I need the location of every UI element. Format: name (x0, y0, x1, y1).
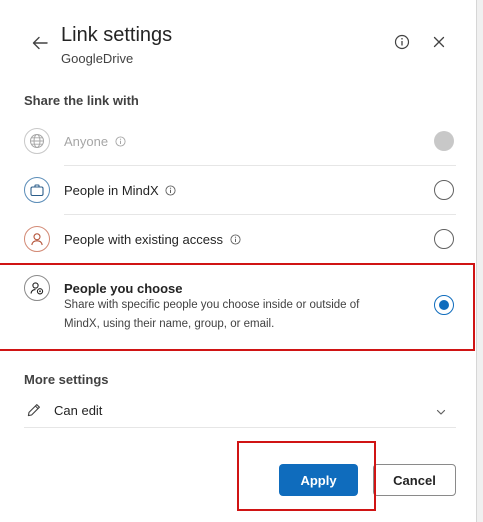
link-settings-panel: Link settings GoogleDrive Share the link… (0, 0, 476, 522)
permission-dropdown[interactable]: Can edit (24, 400, 456, 422)
option-label: People with existing access (64, 232, 223, 247)
option-existing-access[interactable]: People with existing access (24, 226, 456, 254)
info-icon[interactable] (165, 185, 176, 196)
divider (64, 214, 456, 215)
option-label: Anyone (64, 134, 109, 149)
briefcase-icon (24, 177, 50, 203)
cancel-button[interactable]: Cancel (373, 464, 456, 496)
apply-highlight (237, 441, 376, 511)
selection-highlight (0, 263, 475, 351)
radio-existing-access[interactable] (434, 229, 454, 249)
globe-icon (24, 128, 50, 154)
info-icon[interactable] (230, 234, 241, 245)
radio-people-in-org[interactable] (434, 180, 454, 200)
scrollbar-track[interactable] (476, 0, 483, 522)
more-settings-heading: More settings (24, 372, 109, 387)
option-label: People in MindX (64, 183, 159, 198)
share-heading: Share the link with (24, 93, 139, 108)
back-arrow-icon[interactable] (30, 33, 50, 53)
close-icon[interactable] (431, 34, 447, 50)
chevron-down-icon (436, 409, 446, 415)
page-subtitle: GoogleDrive (61, 51, 134, 66)
radio-anyone (434, 131, 454, 151)
option-anyone: Anyone (24, 128, 456, 156)
option-people-in-org[interactable]: People in MindX (24, 177, 456, 205)
pencil-icon (27, 404, 40, 417)
permission-value: Can edit (54, 403, 103, 418)
info-icon[interactable] (115, 136, 126, 147)
person-icon (24, 226, 50, 252)
divider (64, 165, 456, 166)
page-title: Link settings (61, 24, 173, 46)
info-icon[interactable] (393, 33, 411, 51)
divider (24, 427, 456, 428)
